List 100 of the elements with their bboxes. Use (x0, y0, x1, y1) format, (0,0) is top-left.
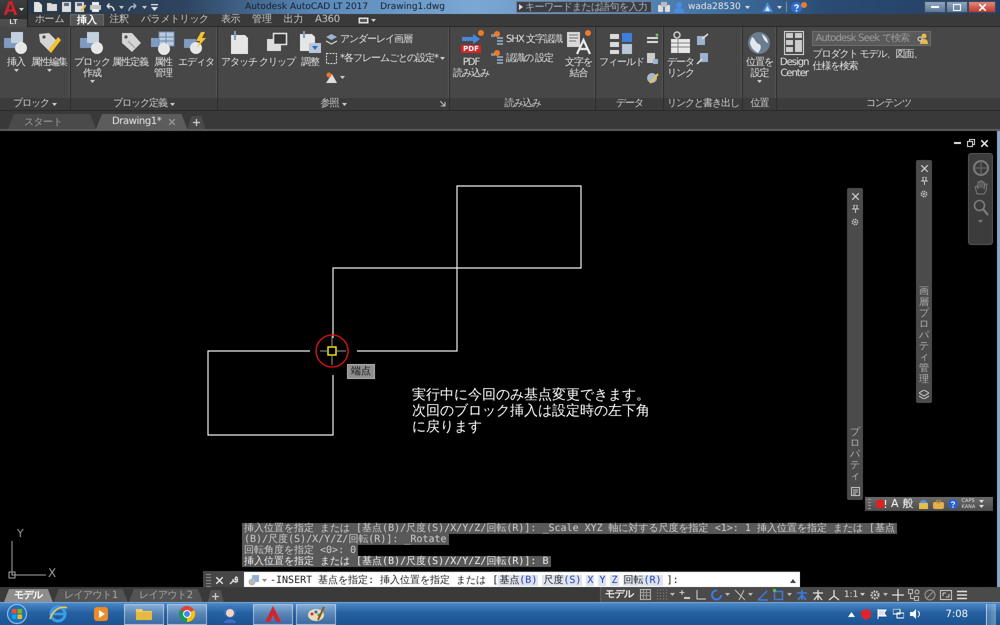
save-as-icon[interactable] (75, 2, 86, 12)
close-button[interactable] (968, 1, 996, 13)
ribbon-tab[interactable]: 管理 (246, 14, 278, 26)
show-desktop-button[interactable] (986, 604, 996, 624)
binoculars-icon[interactable] (658, 2, 670, 12)
new-layout-button[interactable] (208, 590, 224, 602)
caret-icon[interactable] (342, 102, 346, 106)
minimize-button[interactable] (924, 1, 946, 13)
user-name-button[interactable]: wada28530 (688, 1, 741, 13)
ribbon-button[interactable]: エディタ (177, 29, 215, 69)
caret-icon[interactable] (786, 593, 792, 596)
expand-arrow-icon[interactable] (519, 4, 523, 10)
slash-icon[interactable] (734, 588, 746, 600)
dot-grid-icon[interactable] (656, 588, 668, 600)
input-mode-button[interactable]: A (891, 498, 899, 510)
help-icon[interactable] (790, 2, 802, 12)
help-icon[interactable] (948, 499, 958, 509)
shapes-icon[interactable] (325, 70, 338, 84)
command-option[interactable]: Z (610, 574, 618, 586)
ribbon-tab[interactable]: 表示 (214, 14, 246, 26)
zoom-icon[interactable] (972, 199, 988, 216)
ribbon-button[interactable]: Design Center (778, 29, 810, 80)
network-icon[interactable] (892, 609, 904, 619)
caret-icon[interactable] (119, 6, 124, 8)
restore-icon[interactable] (967, 139, 975, 147)
caret-icon[interactable] (340, 76, 345, 78)
new-file-icon[interactable] (33, 2, 43, 12)
redo-icon[interactable] (128, 2, 138, 12)
gear-icon[interactable] (869, 588, 882, 600)
document-small-icon[interactable] (646, 52, 659, 64)
square-icon[interactable] (772, 588, 785, 600)
nodes-icon[interactable] (908, 588, 920, 600)
up-arrow-icon[interactable] (848, 612, 855, 616)
start-orb-icon[interactable] (6, 604, 28, 624)
customize-icon[interactable] (151, 4, 158, 10)
history-up-icon[interactable] (790, 578, 796, 582)
hand-icon[interactable] (974, 180, 988, 195)
pin-icon[interactable] (852, 205, 858, 213)
caret-icon[interactable] (670, 593, 675, 596)
plus-line-icon[interactable] (678, 588, 691, 600)
toolbox-icon[interactable] (918, 499, 929, 509)
alert-ball-icon[interactable] (875, 499, 887, 509)
open-folder-icon[interactable] (47, 2, 58, 12)
ribbon-button[interactable]: フィールド (598, 29, 645, 69)
ribbon-button[interactable]: データ リンク (666, 29, 695, 80)
menu-icon[interactable] (956, 588, 968, 600)
ribbon-button[interactable]: 属性編集 (30, 29, 68, 73)
caret-icon[interactable] (744, 6, 750, 8)
save-icon[interactable] (62, 2, 71, 12)
panel-toggle-icon[interactable] (358, 16, 369, 24)
taskbar-button[interactable] (124, 604, 164, 624)
ribbon-button[interactable]: 位置を 設定 (744, 29, 774, 84)
plus-icon[interactable] (892, 588, 904, 600)
panel-title-button[interactable]: 参照 (218, 98, 449, 110)
command-option[interactable]: 回転(R) (622, 574, 663, 586)
taskbar-button[interactable] (253, 604, 293, 624)
slashed-circle-icon[interactable] (924, 588, 936, 600)
ribbon-button[interactable]: ブロック 作成 (73, 29, 111, 84)
maximize-button[interactable] (946, 1, 968, 13)
palette-title[interactable]: プロパティ (850, 427, 860, 482)
grid-icon[interactable] (640, 588, 652, 600)
taskbar-button[interactable] (167, 604, 207, 624)
ribbon-button[interactable]: SHX 文字認識 (491, 31, 562, 47)
ribbon-tab[interactable]: ホーム (29, 14, 70, 26)
caret-icon[interactable] (170, 102, 175, 106)
ribbon-tab[interactable]: A360 (309, 14, 346, 26)
model-space-button[interactable]: モデル (605, 588, 636, 601)
caret-icon[interactable] (756, 80, 762, 83)
caret-icon[interactable] (142, 6, 147, 8)
wrench-icon[interactable] (229, 576, 238, 585)
flag-icon[interactable] (876, 609, 887, 619)
ribbon-tab[interactable]: パラメトリック (134, 14, 215, 26)
ribbon-button[interactable]: アタッチ (220, 29, 258, 69)
ribbon-tab[interactable]: 注釈 (104, 14, 135, 26)
file-tab[interactable]: Drawing1* (96, 114, 188, 129)
command-option[interactable]: X (586, 574, 594, 586)
command-option[interactable]: Y (598, 574, 606, 586)
new-tab-button[interactable] (187, 116, 206, 129)
ribbon-button[interactable]: 認識の 設定 (491, 50, 562, 66)
person-search-icon[interactable] (917, 33, 928, 44)
fullscreen-icon[interactable] (940, 588, 952, 600)
print-icon[interactable] (90, 2, 101, 12)
ribbon-button[interactable]: 属性定義 (111, 29, 149, 69)
search-field[interactable]: Autodesk Seek で検索 (812, 31, 932, 46)
caret-icon[interactable] (46, 69, 52, 72)
panel-title-button[interactable]: ブロック (0, 98, 70, 110)
command-option[interactable]: 尺度(S) (542, 574, 582, 586)
gear-icon[interactable] (851, 218, 859, 226)
caret-icon[interactable] (724, 593, 730, 596)
ribbon-button[interactable]: 挿入 (2, 29, 30, 73)
caret-icon[interactable] (90, 80, 94, 83)
wheel-icon[interactable] (972, 160, 988, 176)
taskbar-button[interactable] (296, 604, 336, 624)
import-icon[interactable] (696, 52, 709, 64)
export-icon[interactable] (696, 32, 709, 46)
panel-title-button[interactable]: ブロック定義 (71, 98, 217, 110)
pin-icon[interactable] (920, 177, 928, 185)
corner-arrow-icon[interactable] (440, 101, 446, 107)
caret-icon[interactable] (14, 69, 18, 72)
caret-icon[interactable] (776, 6, 782, 8)
